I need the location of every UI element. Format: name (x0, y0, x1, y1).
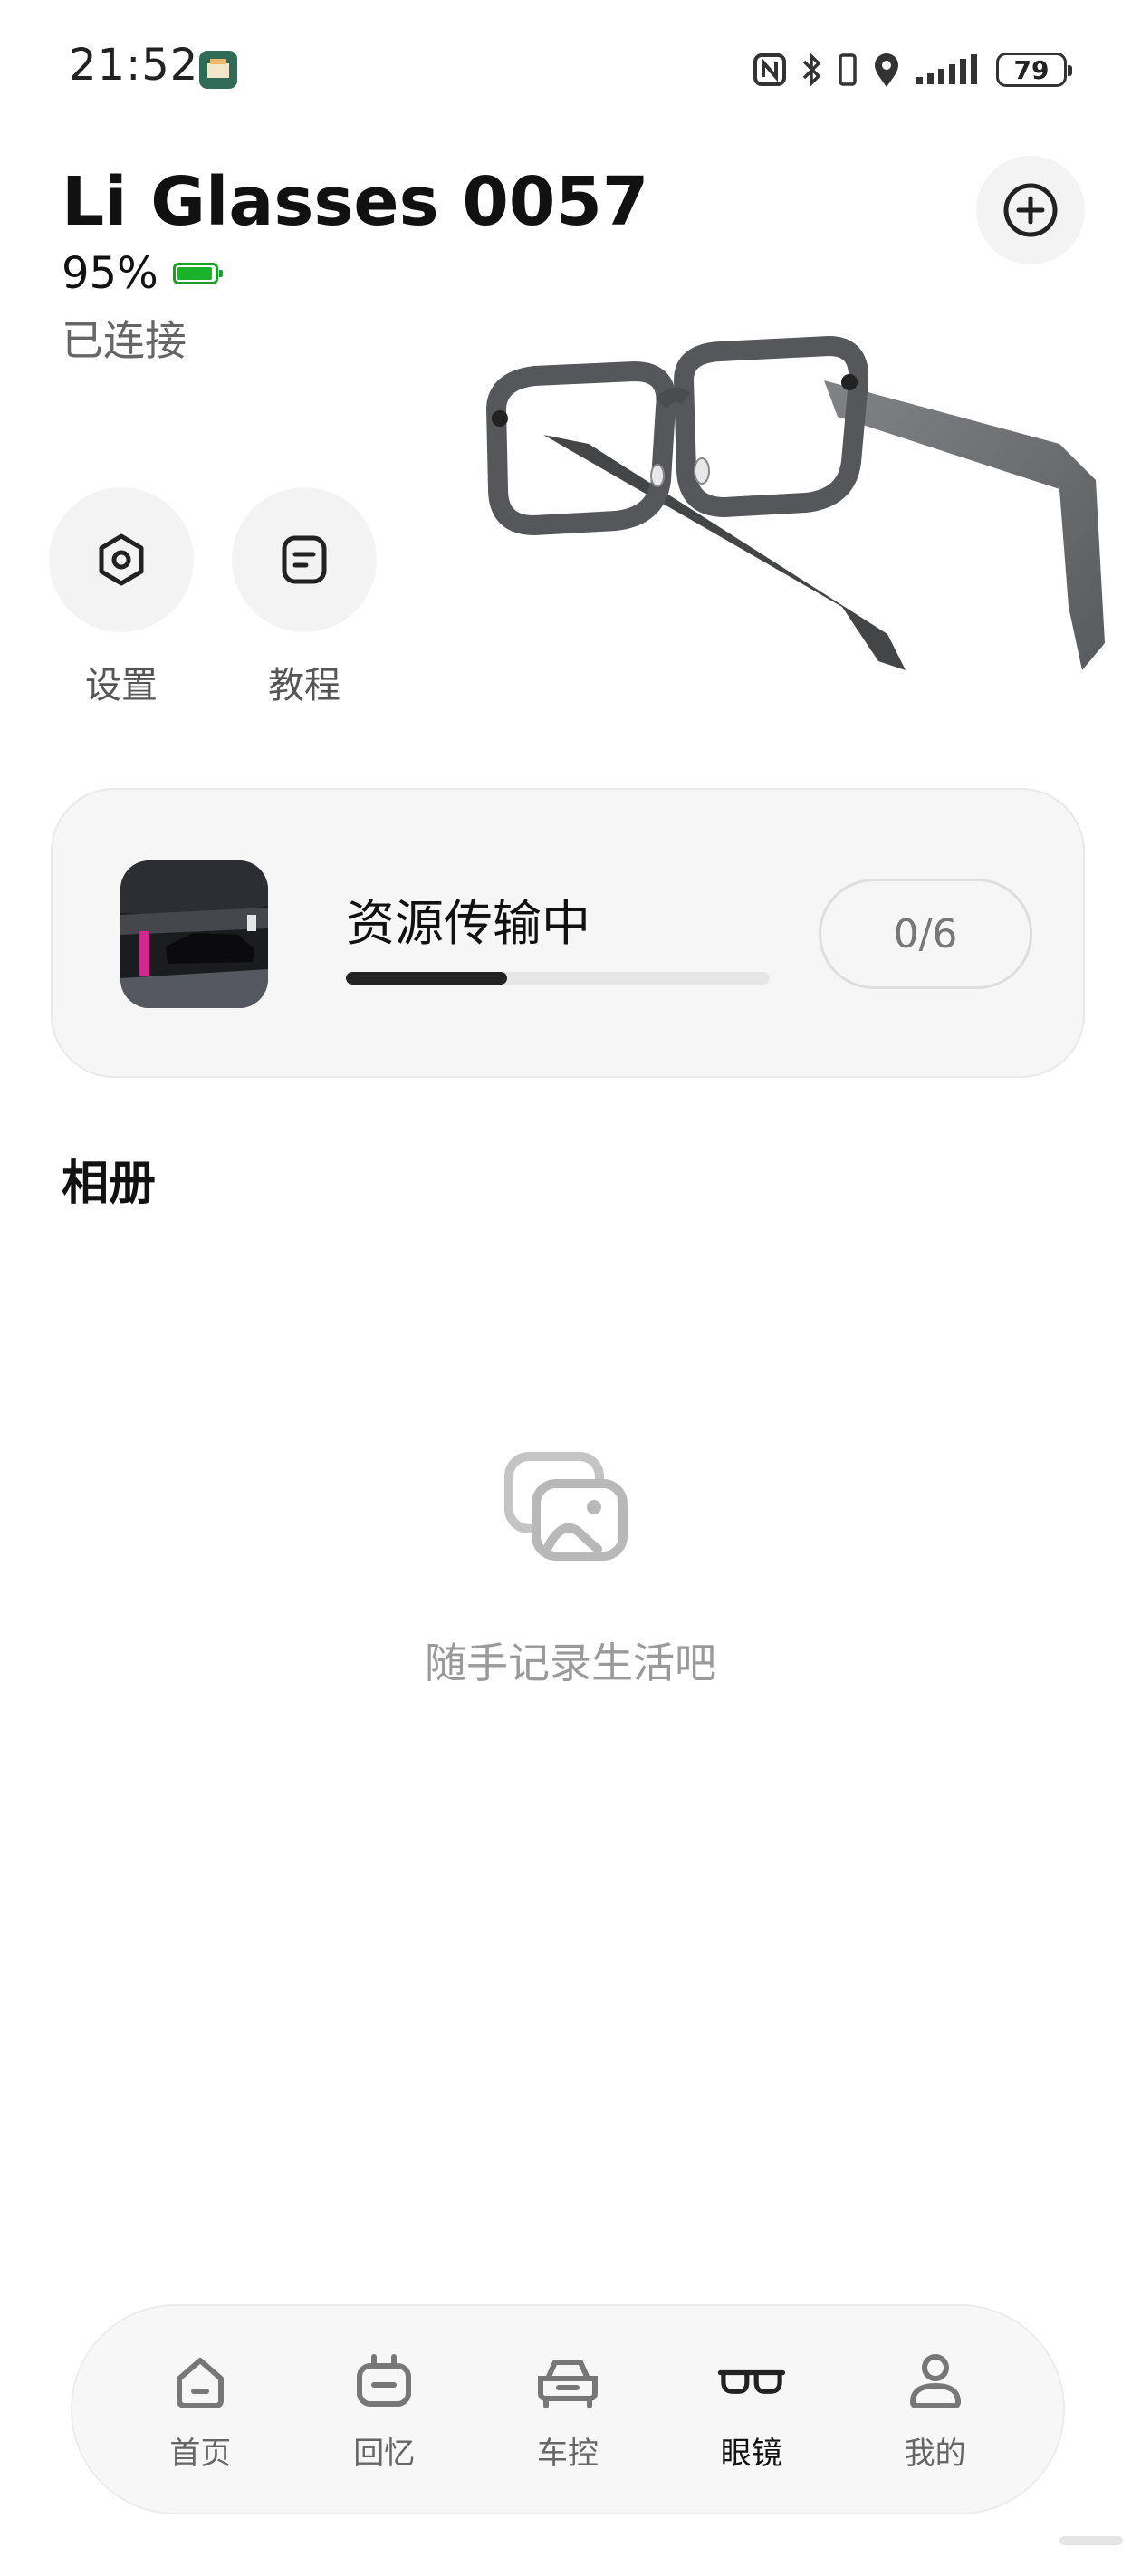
tutorial-button[interactable] (232, 487, 377, 632)
album-empty-text: 随手记录生活吧 (425, 1639, 716, 1687)
nav-profile[interactable]: 我的 (863, 2347, 1008, 2473)
bottom-navigation: 首页 回忆 车控 眼镜 我的 (71, 2304, 1065, 2514)
transfer-title: 资源传输中 (346, 895, 590, 952)
location-icon (875, 53, 898, 87)
battery-icon: 79 (996, 53, 1072, 87)
settings-label: 设置 (85, 665, 158, 706)
home-indicator[interactable] (1060, 2536, 1123, 2545)
glasses-product-image (485, 335, 1105, 670)
guide-icon (282, 535, 327, 584)
album-title: 相册 (62, 1157, 157, 1211)
nav-car[interactable]: 车控 (495, 2347, 640, 2473)
add-device-button[interactable] (976, 156, 1085, 264)
transfer-progress-fill (346, 972, 507, 985)
battery-percent: 95% (62, 248, 158, 299)
signal-icon (916, 54, 977, 84)
tutorial-label: 教程 (268, 665, 340, 706)
nav-home[interactable]: 首页 (128, 2347, 273, 2473)
status-time: 21:52 (69, 40, 199, 91)
status-icons: 79 (752, 47, 1072, 92)
media-thumbnail (120, 860, 268, 1008)
glasses-icon (717, 2369, 785, 2394)
nav-car-label: 车控 (536, 2435, 599, 2472)
tutorial-action[interactable]: 教程 (232, 487, 377, 708)
nav-glasses[interactable]: 眼镜 (679, 2347, 824, 2473)
profile-icon (909, 2353, 961, 2408)
app-notification-icon (199, 51, 237, 89)
home-icon (177, 2357, 225, 2408)
gear-icon (99, 533, 144, 586)
vibrate-icon (839, 53, 857, 86)
device-battery: 95% (62, 248, 223, 299)
settings-action[interactable]: 设置 (49, 487, 194, 708)
device-name: Li Glasses 0057 (62, 163, 649, 241)
nav-glasses-label: 眼镜 (720, 2435, 782, 2472)
car-icon (537, 2359, 598, 2408)
transfer-count-badge[interactable]: 0/6 (819, 879, 1032, 989)
battery-level-icon (172, 263, 223, 284)
nfc-icon (753, 53, 786, 86)
bluetooth-icon (802, 52, 821, 88)
plus-circle-icon (1003, 183, 1058, 237)
nav-memory-label: 回忆 (353, 2435, 416, 2472)
photos-empty-icon (504, 1452, 628, 1561)
nav-memory[interactable]: 回忆 (312, 2347, 456, 2473)
connection-status: 已连接 (62, 316, 187, 365)
memory-icon (357, 2353, 412, 2407)
transfer-progress-bar (346, 972, 770, 985)
nav-home-label: 首页 (169, 2435, 232, 2472)
nav-profile-label: 我的 (904, 2435, 966, 2472)
settings-button[interactable] (49, 487, 194, 632)
